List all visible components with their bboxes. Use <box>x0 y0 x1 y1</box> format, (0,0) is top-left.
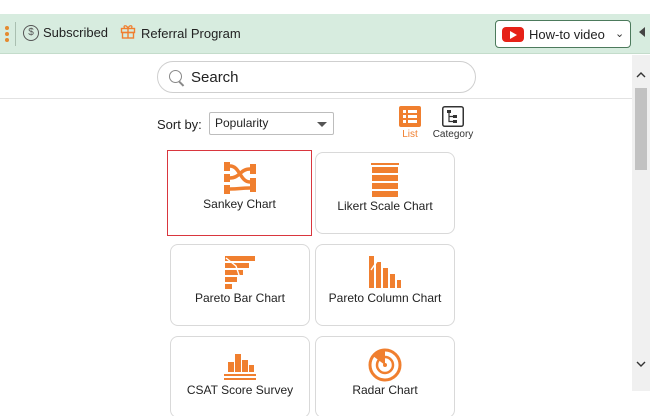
pareto-column-chart-icon <box>369 256 401 288</box>
search-icon <box>169 70 182 83</box>
view-list-toggle[interactable]: List <box>398 106 422 144</box>
pareto-bar-chart-icon <box>225 256 255 289</box>
how-to-video-dropdown[interactable]: How-to video ⌄ <box>495 20 631 48</box>
referral-program-link[interactable]: Referral Program <box>141 26 241 41</box>
radar-chart-icon <box>368 348 402 382</box>
scrollbar-thumb[interactable] <box>635 88 647 170</box>
scroll-up-icon[interactable] <box>636 70 646 80</box>
gift-icon <box>120 25 136 39</box>
how-to-video-label: How-to video <box>529 27 605 42</box>
more-options-icon[interactable] <box>5 26 9 44</box>
chart-card-likert-scale[interactable]: Likert Scale Chart <box>315 152 455 234</box>
search-input[interactable] <box>191 66 461 88</box>
chart-card-label: Pareto Bar Chart <box>194 291 286 305</box>
chart-card-pareto-bar[interactable]: Pareto Bar Chart <box>170 244 310 326</box>
chart-card-label: Likert Scale Chart <box>337 199 433 213</box>
caret-down-icon <box>317 122 327 127</box>
sort-by-label: Sort by: <box>157 117 202 132</box>
dollar-circle-icon: $ <box>23 25 39 41</box>
chart-card-label: Sankey Chart <box>203 197 276 211</box>
youtube-icon <box>502 27 524 42</box>
collapse-panel-icon[interactable] <box>639 27 645 37</box>
sort-by-select[interactable]: Popularity <box>209 112 334 135</box>
view-list-label: List <box>402 129 418 140</box>
category-tree-icon <box>442 106 464 127</box>
chart-card-label: Pareto Column Chart <box>328 291 442 305</box>
chart-card-sankey[interactable]: Sankey Chart <box>167 150 312 236</box>
chevron-down-icon: ⌄ <box>615 28 625 40</box>
subscribed-label[interactable]: Subscribed <box>43 25 108 40</box>
likert-scale-chart-icon <box>371 163 399 197</box>
vertical-scrollbar[interactable] <box>632 55 650 391</box>
chart-card-csat-score-survey[interactable]: CSAT Score Survey <box>170 336 310 416</box>
chart-card-label: Radar Chart <box>352 383 418 397</box>
chart-card-pareto-column[interactable]: Pareto Column Chart <box>315 244 455 326</box>
list-icon <box>399 106 421 127</box>
sort-selected-value: Popularity <box>215 116 269 130</box>
sankey-chart-icon <box>223 162 256 194</box>
scroll-down-icon[interactable] <box>636 359 646 369</box>
csat-score-survey-icon <box>224 354 256 380</box>
app-window: $ Subscribed Referral Program How-to vid… <box>0 0 650 416</box>
view-category-toggle[interactable]: Category <box>431 106 475 144</box>
view-category-label: Category <box>432 129 474 140</box>
chart-card-radar[interactable]: Radar Chart <box>315 336 455 416</box>
top-toolbar: $ Subscribed Referral Program How-to vid… <box>0 14 650 54</box>
chart-card-label: CSAT Score Survey <box>186 383 294 397</box>
toolbar-divider <box>15 22 16 46</box>
search-bar-area <box>0 55 632 99</box>
search-box[interactable] <box>157 61 476 93</box>
